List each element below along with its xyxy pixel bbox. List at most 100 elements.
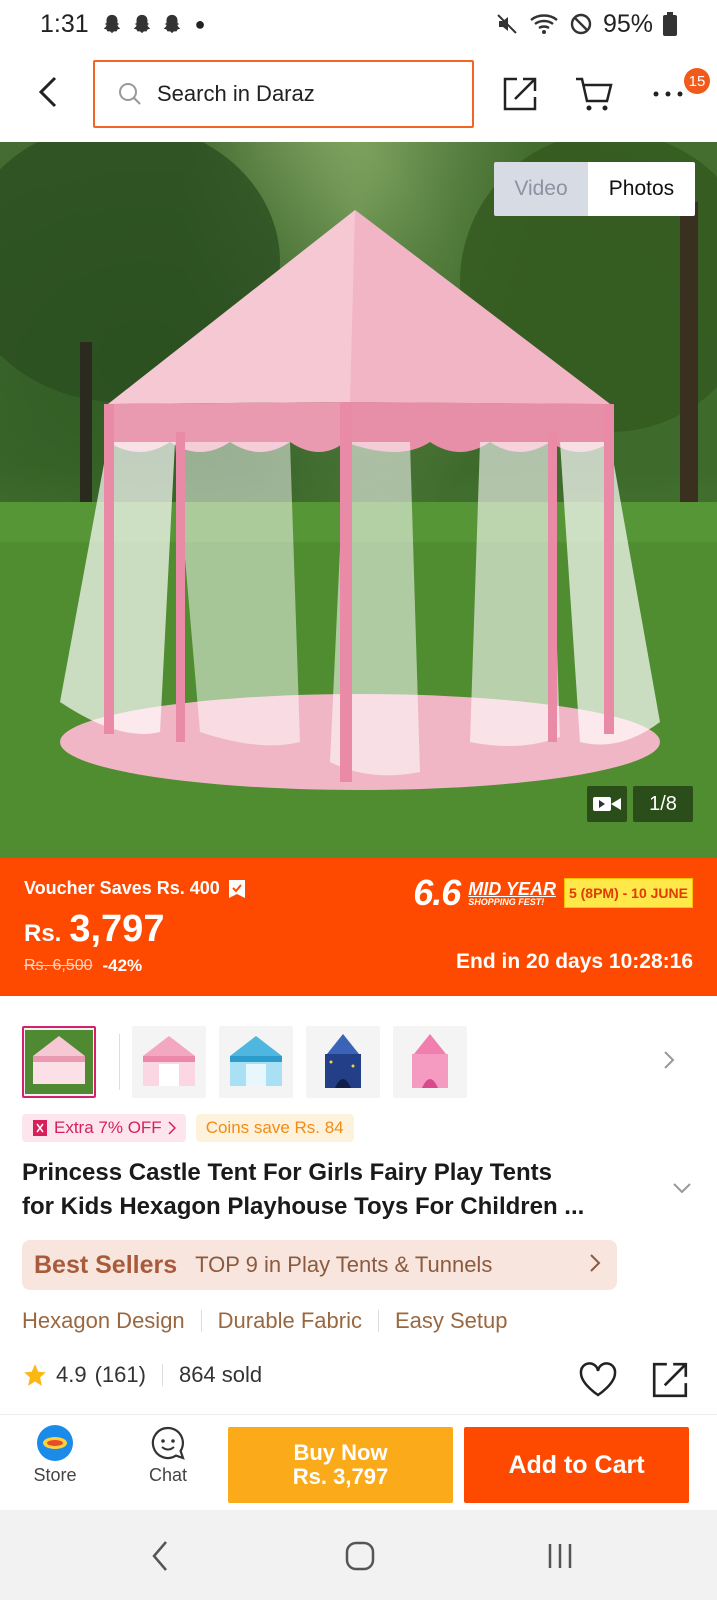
pink-castle-tent-thumb [412,1034,448,1088]
buy-now-button[interactable]: Buy Now Rs. 3,797 [228,1427,453,1503]
voucher-text: Voucher Saves Rs. 400 [24,878,220,898]
thumbnail-2[interactable] [132,1026,206,1098]
back-button[interactable] [28,72,68,112]
nav-recents-button[interactable] [530,1534,590,1578]
cart-icon [576,77,613,111]
voucher-icon [228,879,245,898]
store-logo-icon [43,1437,67,1449]
chat-icon [151,1426,185,1460]
chevron-right-icon [590,1254,601,1272]
product-title-line1: Princess Castle Tent For Girls Fairy Pla… [22,1159,552,1186]
expand-title-button[interactable] [673,1180,691,1198]
header: Search in Daraz [0,56,717,132]
best-sellers-banner[interactable]: Best Sellers TOP 9 in Play Tents & Tunne… [22,1240,617,1290]
price-banner: Voucher Saves Rs. 400 Rs. 3,797 Rs. 6,50… [0,858,717,996]
store-icon [37,1425,73,1461]
buy-now-price: Rs. 3,797 [292,1464,389,1489]
nav-back-button[interactable] [130,1534,190,1578]
product-title: Princess Castle Tent For Girls Fairy Pla… [22,1156,662,1224]
rating-count: (161) [94,1362,146,1387]
price-value: 3,797 [69,908,165,950]
share-button[interactable] [498,72,542,116]
pink-hexagon-tent-thumb [25,1030,93,1094]
campaign-title-main: MID YEAR [468,878,556,899]
extra-off-tag[interactable]: Extra 7% OFF [22,1114,186,1142]
notification-badge: 15 [684,68,710,94]
best-sellers-label: Best Sellers [34,1250,178,1279]
wishlist-button[interactable] [576,1358,620,1402]
tab-photos[interactable]: Photos [588,162,695,216]
star-icon [24,1364,46,1386]
share-icon [503,77,537,111]
current-price: Rs. 3,797 [24,908,164,951]
sold-count: 864 sold [178,1362,263,1387]
price-currency: Rs. [24,920,62,947]
video-indicator[interactable] [587,786,627,822]
rating-row[interactable]: 4.9 (161) 864 sold [22,1362,262,1388]
feature-divider [200,1310,202,1332]
chat-label: Chat [148,1465,188,1485]
status-time: 1:31 [40,9,89,38]
media-toggle: Video Photos [494,162,695,216]
thumbnail-3[interactable] [219,1026,293,1098]
discount-percent: -42% [102,956,143,975]
chat-button[interactable]: Chat [128,1425,208,1486]
thumbnail-next-button[interactable] [663,1050,689,1075]
heart-icon [579,1362,617,1397]
status-bar: 1:31 ● 95% [0,0,717,48]
search-input[interactable]: Search in Daraz [93,60,474,128]
image-page-indicator: 1/8 [633,786,693,822]
chevron-right-icon [168,1121,176,1135]
nav-back-icon [152,1541,167,1571]
product-title-line2: for Kids Hexagon Playhouse Toys For Chil… [22,1193,585,1220]
pink-hexagon-tent-white-thumb [143,1036,195,1086]
nav-home-icon [345,1541,375,1571]
mute-icon [497,14,517,34]
cart-button[interactable] [572,72,616,116]
countdown-timer: End in 20 days 10:28:16 [456,950,693,973]
share-button[interactable] [648,1358,692,1402]
store-label: Store [33,1465,77,1485]
original-price-row: Rs. 6,500 -42% [24,956,142,976]
feature-item: Easy Setup [394,1308,508,1333]
coins-tag[interactable]: Coins save Rs. 84 [195,1114,354,1142]
battery-icon [663,12,677,36]
navy-castle-tent-thumb [325,1034,361,1088]
original-price: Rs. 6,500 [24,957,93,974]
blue-hexagon-tent-thumb [230,1036,282,1086]
rating-score: 4.9 [56,1362,87,1387]
more-dots-icon [653,91,683,97]
chevron-right-icon [664,1051,675,1069]
video-camera-icon [593,797,621,811]
voucher-savings[interactable]: Voucher Saves Rs. 400 [24,878,246,899]
thumbnail-5[interactable] [393,1026,467,1098]
chevron-left-icon [38,76,57,108]
bottom-action-bar: Store Chat Buy Now Rs. 3,797 Add to Cart [0,1414,717,1510]
extra-off-text: Extra 7% OFF [54,1118,162,1137]
campaign-title-sub: SHOPPING FEST! [468,896,545,907]
system-nav-bar [0,1510,717,1600]
rating-divider [161,1364,163,1386]
campaign-badge: 6.6 MID YEAR SHOPPING FEST! 5 (8PM) - 10… [413,872,693,914]
promo-tags: Extra 7% OFF Coins save Rs. 84 [22,1114,354,1142]
snapchat-ghost-icon [133,14,150,34]
add-to-cart-button[interactable]: Add to Cart [464,1427,689,1503]
chevron-down-icon [673,1183,691,1194]
thumbnail-1[interactable] [22,1026,96,1098]
tent-image [0,142,717,858]
campaign-title: MID YEAR SHOPPING FEST! [468,880,556,907]
thumbnail-divider [119,1034,120,1090]
feature-list: Hexagon Design Durable Fabric Easy Setup [22,1308,507,1334]
best-sellers-rank: TOP 9 in Play Tents & Tunnels [195,1252,493,1277]
store-button[interactable]: Store [15,1425,95,1486]
thumbnail-4[interactable] [306,1026,380,1098]
do-not-disturb-icon [570,13,592,35]
product-image[interactable]: Video Photos 1/8 [0,142,717,858]
tab-video[interactable]: Video [494,162,588,216]
nav-home-button[interactable] [330,1534,390,1578]
image-counter: 1/8 [587,786,693,822]
search-placeholder: Search in Daraz [157,81,315,106]
coupon-icon [33,1120,47,1136]
notification-dot-icon: ● [194,13,206,34]
feature-divider [377,1310,379,1332]
